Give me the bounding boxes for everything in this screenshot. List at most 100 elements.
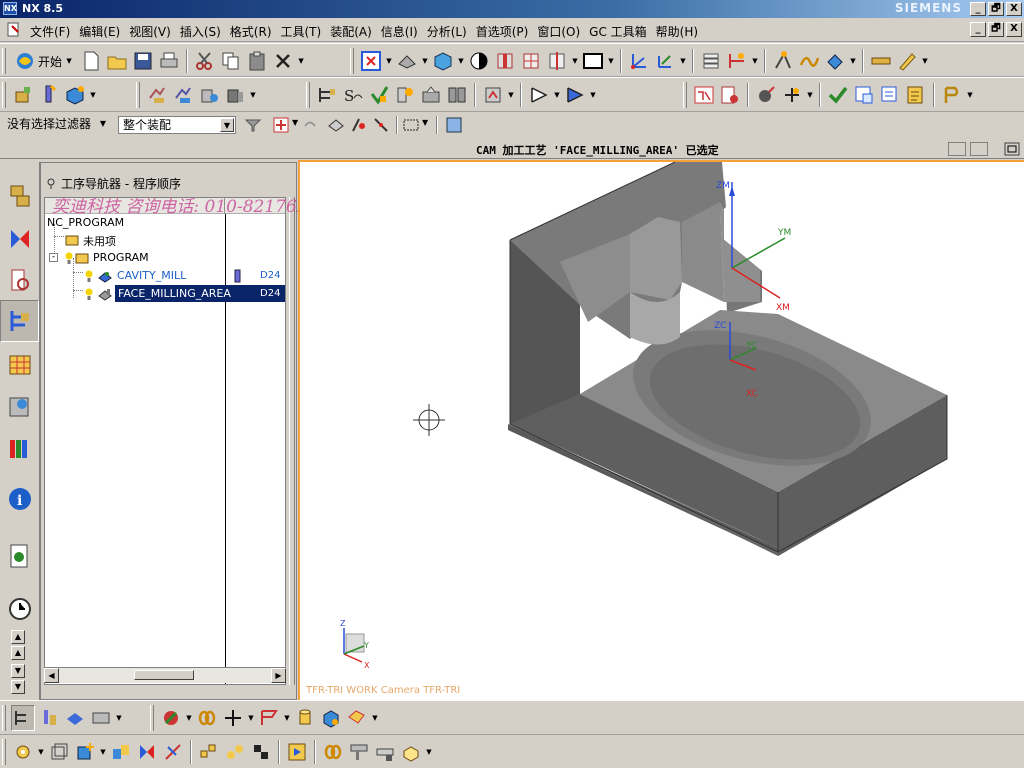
machine-tool-view-button[interactable] — [37, 705, 61, 731]
block-button[interactable] — [319, 705, 343, 731]
layer-settings-button[interactable] — [699, 48, 723, 74]
blend-button[interactable] — [345, 705, 369, 731]
collapse-toggle[interactable]: - — [49, 253, 58, 262]
scroll-down-button[interactable]: ▼ — [11, 664, 25, 678]
constraint-button[interactable] — [135, 739, 159, 765]
pin-icon[interactable] — [45, 177, 57, 189]
menu-edit[interactable]: 编辑(E) — [77, 23, 127, 40]
menu-gc-toolkit[interactable]: GC 工具箱 — [587, 23, 654, 40]
graphics-window[interactable]: ZM YM XM ZC YC XC Z Y X TFR-TRI WORK Cam… — [298, 160, 1024, 700]
post-process-button[interactable] — [692, 82, 716, 108]
menu-file[interactable]: 文件(F) — [28, 23, 77, 40]
show-hidden-icon[interactable] — [444, 116, 464, 134]
toolbar-grip[interactable] — [2, 705, 6, 731]
machining-method-view-button[interactable] — [393, 82, 417, 108]
move-button[interactable] — [161, 739, 185, 765]
transform-button[interactable] — [780, 82, 804, 108]
sequence-button[interactable] — [285, 739, 309, 765]
edge-display-button[interactable] — [467, 48, 491, 74]
replace-button[interactable] — [223, 739, 247, 765]
toolbar-grip[interactable] — [2, 48, 6, 74]
toolbar-grip[interactable] — [350, 48, 354, 74]
add-component-button[interactable] — [73, 739, 97, 765]
model-view[interactable]: ZM YM XM ZC YC XC Z Y X — [300, 162, 1024, 700]
move-layer-button[interactable] — [725, 48, 749, 74]
wcs-dynamic-button[interactable] — [653, 48, 677, 74]
geometry-view-button[interactable] — [367, 82, 391, 108]
tree-row-face-milling-area[interactable]: FACE_MILLING_AREA D24 — [45, 285, 285, 303]
menu-window[interactable]: 窗口(O) — [535, 23, 587, 40]
method-view-button[interactable] — [89, 705, 113, 731]
wave-link-button[interactable] — [797, 48, 821, 74]
toolbar-grip[interactable] — [2, 82, 6, 108]
background-button[interactable] — [581, 48, 605, 74]
snap-endpoint-icon[interactable] — [350, 116, 368, 134]
close-button[interactable]: X — [1006, 2, 1022, 16]
scroll-thumb[interactable] — [134, 670, 194, 680]
info-circle-icon[interactable]: i — [7, 484, 33, 514]
feed-speed-button[interactable] — [754, 82, 778, 108]
chevron-down-icon[interactable]: ▼ — [422, 118, 428, 127]
menu-tools[interactable]: 工具(T) — [279, 23, 329, 40]
machine-tool-view-button[interactable]: S — [341, 82, 365, 108]
scroll-up-button[interactable]: ▲ — [11, 630, 25, 644]
toolbar-grip[interactable] — [150, 705, 154, 731]
scroll-right-button[interactable]: ▶ — [271, 668, 286, 683]
doc-minimize-button[interactable]: _ — [970, 22, 986, 37]
panel-splitter[interactable] — [289, 197, 295, 685]
face-analysis-button[interactable] — [519, 48, 543, 74]
type-filter-dropdown[interactable]: 没有选择过滤器 ▼ — [3, 116, 111, 134]
wave-link-button[interactable] — [321, 739, 345, 765]
mirror-button[interactable] — [109, 739, 133, 765]
generate-toolpath-button[interactable] — [481, 82, 505, 108]
tree-row-unused[interactable]: 未用项 — [45, 231, 285, 249]
start-button[interactable]: 开始 ▼ — [11, 51, 77, 71]
clipboard-button[interactable] — [445, 82, 469, 108]
toolbar-grip[interactable] — [683, 82, 687, 108]
menu-help[interactable]: 帮助(H) — [654, 23, 705, 40]
clock-icon[interactable] — [7, 594, 33, 624]
analysis-button[interactable] — [823, 48, 847, 74]
create-program-button[interactable] — [11, 82, 35, 108]
new-button[interactable] — [79, 48, 103, 74]
rectangle-select-icon[interactable] — [402, 117, 420, 133]
save-button[interactable] — [131, 48, 155, 74]
menu-insert[interactable]: 插入(S) — [178, 23, 228, 40]
document-menu-icon[interactable] — [6, 22, 22, 38]
properties-button[interactable] — [940, 82, 964, 108]
program-order-view-button[interactable] — [315, 82, 339, 108]
block-shape-button[interactable] — [399, 739, 423, 765]
snap-point-button[interactable] — [771, 48, 795, 74]
document-globe-icon[interactable] — [7, 542, 33, 572]
measure-distance-button[interactable] — [373, 739, 397, 765]
menu-information[interactable]: 信息(I) — [379, 23, 425, 40]
create-tool-button[interactable] — [37, 82, 61, 108]
scope-dropdown[interactable]: 整个装配 ▼ — [118, 116, 236, 134]
horizontal-scrollbar[interactable]: ◀ ▶ — [44, 667, 286, 683]
machine-navigator-icon[interactable] — [7, 350, 33, 380]
shaded-button[interactable] — [431, 48, 455, 74]
menu-analysis[interactable]: 分析(L) — [425, 23, 474, 40]
studio-button[interactable] — [493, 48, 517, 74]
tree-row-program[interactable]: - PROGRAM — [45, 249, 285, 267]
pattern-button[interactable] — [197, 739, 221, 765]
gear-button[interactable] — [11, 739, 35, 765]
wireframe-block-button[interactable] — [47, 739, 71, 765]
operation-navigator-tab[interactable] — [0, 300, 39, 342]
clearance-button[interactable] — [347, 739, 371, 765]
cut-button[interactable] — [193, 48, 217, 74]
web-browser-icon[interactable] — [7, 392, 33, 422]
explode-button[interactable] — [249, 739, 273, 765]
op-data-button[interactable] — [419, 82, 443, 108]
object-button[interactable] — [878, 82, 902, 108]
snap-grid-icon[interactable] — [272, 116, 292, 134]
feature-button[interactable] — [159, 705, 183, 731]
menu-preferences[interactable]: 首选项(P) — [474, 23, 536, 40]
open-button[interactable] — [105, 48, 129, 74]
doc-restore-button[interactable]: 🗗 — [988, 22, 1004, 37]
snap-midpoint-icon[interactable] — [372, 116, 390, 134]
menu-assemblies[interactable]: 装配(A) — [328, 23, 379, 40]
doc-close-button[interactable]: X — [1006, 22, 1022, 37]
scroll-down-button[interactable]: ▼ — [11, 680, 25, 694]
chevron-down-icon[interactable]: ▼ — [292, 118, 298, 127]
